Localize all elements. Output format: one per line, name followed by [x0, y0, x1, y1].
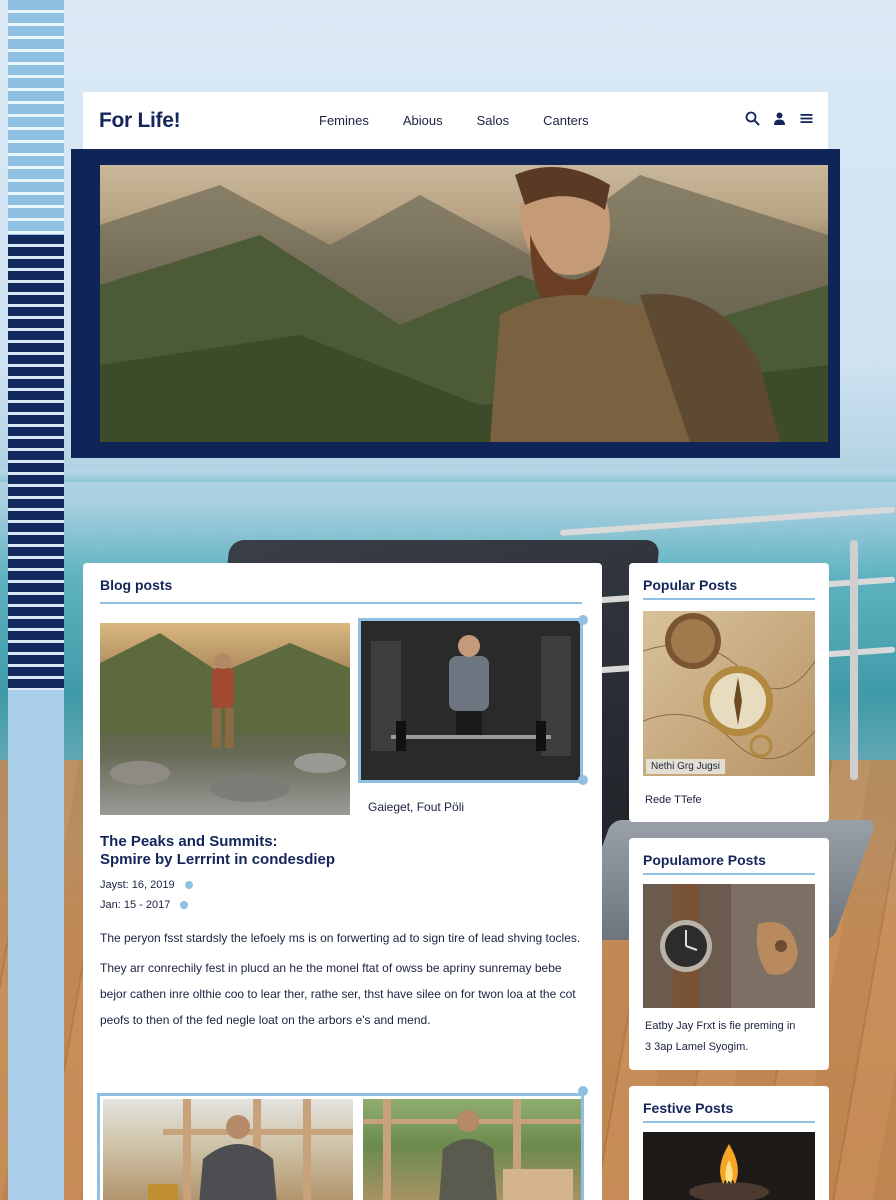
- nav-link-femines[interactable]: Femines: [319, 113, 369, 128]
- post-paragraph-line: They arr conrechily fest in plucd an he …: [100, 961, 562, 975]
- hero-image-hiker-mountains[interactable]: [100, 165, 828, 442]
- header-icons: [745, 111, 814, 126]
- heading-underline: [643, 1121, 815, 1123]
- railing: [559, 506, 896, 536]
- nav-link-salos[interactable]: Salos: [477, 113, 510, 128]
- festive-posts-heading: Festive Posts: [643, 1100, 734, 1116]
- post-paragraph: The peryon fsst stardsly the lefoely ms …: [100, 931, 581, 945]
- post-date: Jan: 15 - 2017: [100, 899, 189, 911]
- building-photos-row: [97, 1093, 584, 1200]
- post-paragraph-line: peofs to then of the fed negle loat on t…: [100, 1013, 431, 1027]
- populamore-posts-caption[interactable]: Eatby Jay Frxt is fie preming in 3 3ap L…: [645, 1016, 795, 1058]
- site-logo[interactable]: For Life!: [99, 109, 181, 133]
- date-dot: [184, 881, 193, 889]
- hiking-photo[interactable]: [100, 623, 350, 815]
- carpenter-photo[interactable]: [103, 1099, 353, 1200]
- main-nav: Femines Abious Salos Canters: [319, 92, 623, 149]
- builder-photo[interactable]: [363, 1099, 581, 1200]
- post-date-text: Jayst: 16, 2019: [100, 879, 175, 891]
- post-paragraph: They arr conrechily fest in plucd an he …: [100, 955, 590, 1033]
- post-title-line: Spmire by Lerrrint in condesdiep: [100, 851, 336, 868]
- popular-posts-card: Popular Posts Nethi Grg Jugsi Rede TTefe: [629, 563, 829, 822]
- blog-posts-heading: Blog posts: [100, 577, 173, 593]
- heading-underline: [643, 598, 815, 600]
- populamore-posts-card: Populamore Posts Eatby Jay Frxt is fie p…: [629, 838, 829, 1070]
- post-paragraph-line: bejor cathen inre olthie coo to lear the…: [100, 987, 576, 1001]
- gallery-dot[interactable]: [578, 775, 588, 785]
- caption-line: Eatby Jay Frxt is fie preming in: [645, 1020, 796, 1032]
- post-date-text: Jan: 15 - 2017: [100, 899, 171, 911]
- blog-posts-card: Blog posts Gaieget, Fout Pöli The Peaks …: [83, 563, 602, 1200]
- nav-link-canters[interactable]: Canters: [543, 113, 589, 128]
- railing-post: [850, 540, 858, 780]
- campfire-photo[interactable]: [643, 1132, 815, 1200]
- compass-map-photo[interactable]: Nethi Grg Jugsi: [643, 611, 815, 776]
- user-icon[interactable]: [772, 111, 787, 126]
- popular-posts-heading: Popular Posts: [643, 577, 738, 593]
- date-dot: [180, 901, 189, 909]
- stripe-dark-bands: [8, 235, 64, 690]
- hero-banner: [71, 149, 840, 458]
- post-title[interactable]: The Peaks and Summits: Spmire by Lerrrin…: [100, 833, 580, 869]
- caption-line: 3 3ap Lamel Syogim.: [645, 1041, 749, 1053]
- populamore-posts-heading: Populamore Posts: [643, 852, 766, 868]
- watch-climbing-hold-photo[interactable]: [643, 884, 815, 1008]
- post-title-line: The Peaks and Summits:: [100, 833, 278, 850]
- gym-photo-caption: Gaieget, Fout Pöli: [368, 800, 465, 814]
- gym-photo[interactable]: [358, 618, 583, 783]
- sea-horizon: [0, 470, 896, 482]
- site-header: For Life! Femines Abious Salos Canters: [83, 92, 828, 149]
- photo-overlay-label: Nethi Grg Jugsi: [646, 759, 725, 774]
- popular-posts-caption[interactable]: Rede TTefe: [645, 790, 702, 811]
- search-icon[interactable]: [745, 111, 760, 126]
- gallery-dot[interactable]: [578, 1086, 588, 1096]
- festive-posts-card: Festive Posts: [629, 1086, 829, 1200]
- heading-underline: [100, 602, 582, 604]
- gallery-dot[interactable]: [578, 615, 588, 625]
- nav-link-abious[interactable]: Abious: [403, 113, 443, 128]
- post-date: Jayst: 16, 2019: [100, 879, 193, 891]
- heading-underline: [643, 873, 815, 875]
- decorative-stripe: [8, 0, 64, 1200]
- menu-icon[interactable]: [799, 111, 814, 126]
